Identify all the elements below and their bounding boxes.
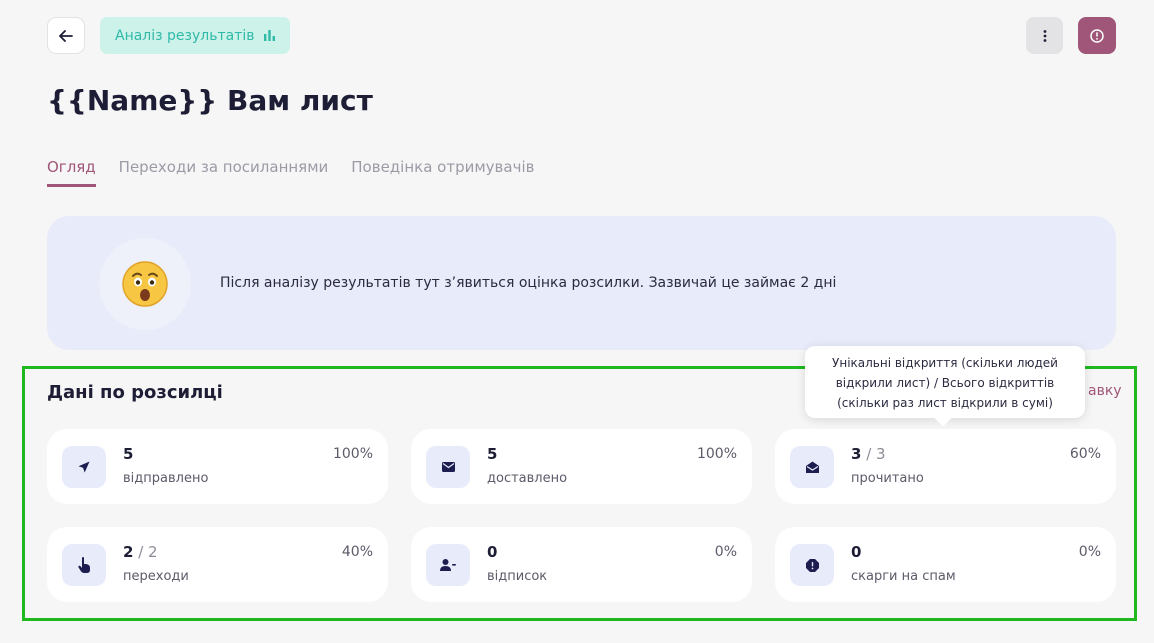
send-icon <box>78 461 90 473</box>
stat-value: 0 <box>487 543 498 561</box>
stat-icon-badge <box>62 544 106 586</box>
stat-label: відписок <box>487 569 548 584</box>
tabs: Огляд Переходи за посиланнями Поведінка … <box>47 158 534 187</box>
analysis-chip-label: Аналіз результатів <box>115 27 255 44</box>
pointer-hand-icon <box>77 557 90 573</box>
tab-overview[interactable]: Огляд <box>47 158 96 187</box>
back-button[interactable] <box>47 17 85 54</box>
stat-percent: 0% <box>1078 544 1101 560</box>
user-minus-icon <box>440 559 456 571</box>
stat-card-read: 3 / 3 прочитано 60% <box>775 429 1116 504</box>
stat-value: 0 <box>851 543 862 561</box>
stat-label: переходи <box>123 569 189 584</box>
info-circle-icon <box>1090 28 1104 43</box>
bar-chart-icon <box>263 30 275 41</box>
info-button[interactable] <box>1078 17 1116 54</box>
stat-icon-badge <box>62 446 106 488</box>
stat-card-spam-complaints: 0 скарги на спам 0% <box>775 527 1116 602</box>
envelope-open-icon <box>805 461 819 473</box>
stat-label: відправлено <box>123 471 209 486</box>
section-link[interactable]: авку <box>1088 383 1122 399</box>
stat-icon-badge <box>426 446 470 488</box>
stat-percent: 100% <box>332 446 373 462</box>
stat-card-delivered: 5 доставлено 100% <box>411 429 752 504</box>
section-title: Дані по розсилці <box>47 382 223 403</box>
more-options-button[interactable] <box>1026 17 1063 54</box>
page: Аналіз результатів {{Name}} Вам лист Огл… <box>0 0 1154 643</box>
emoji-badge <box>99 238 191 330</box>
analysis-results-button[interactable]: Аналіз результатів <box>100 17 290 54</box>
stat-card-unsubscribes: 0 відписок 0% <box>411 527 752 602</box>
stat-percent: 100% <box>696 446 737 462</box>
alert-octagon-icon <box>805 558 819 572</box>
envelope-icon <box>441 462 455 472</box>
evaluation-banner: Після аналізу результатів тут з’явиться … <box>47 216 1116 350</box>
more-vertical-icon <box>1043 29 1046 42</box>
stat-icon-badge <box>426 544 470 586</box>
tab-recipient-behavior[interactable]: Поведінка отримувачів <box>351 158 534 187</box>
stat-label: скарги на спам <box>851 569 956 584</box>
stat-label: прочитано <box>851 471 924 486</box>
stat-icon-badge <box>790 446 834 488</box>
astonished-face-icon <box>122 261 168 307</box>
page-title: {{Name}} Вам лист <box>47 84 373 117</box>
stat-percent: 40% <box>341 544 373 560</box>
stat-value: 5 <box>487 445 498 463</box>
stat-label: доставлено <box>487 471 568 486</box>
stat-percent: 0% <box>714 544 737 560</box>
arrow-left-icon <box>59 29 73 42</box>
stat-icon-badge <box>790 544 834 586</box>
banner-text: Після аналізу результатів тут з’явиться … <box>220 275 837 291</box>
stat-value: 2 / 2 <box>123 543 158 561</box>
stat-value: 5 <box>123 445 134 463</box>
opens-tooltip: Унікальні відкриття (скільки людей відкр… <box>805 346 1085 418</box>
stat-value: 3 / 3 <box>851 445 886 463</box>
stat-card-clicks: 2 / 2 переходи 40% <box>47 527 388 602</box>
stat-card-sent: 5 відправлено 100% <box>47 429 388 504</box>
tab-link-clicks[interactable]: Переходи за посиланнями <box>119 158 329 187</box>
stat-percent: 60% <box>1069 446 1101 462</box>
